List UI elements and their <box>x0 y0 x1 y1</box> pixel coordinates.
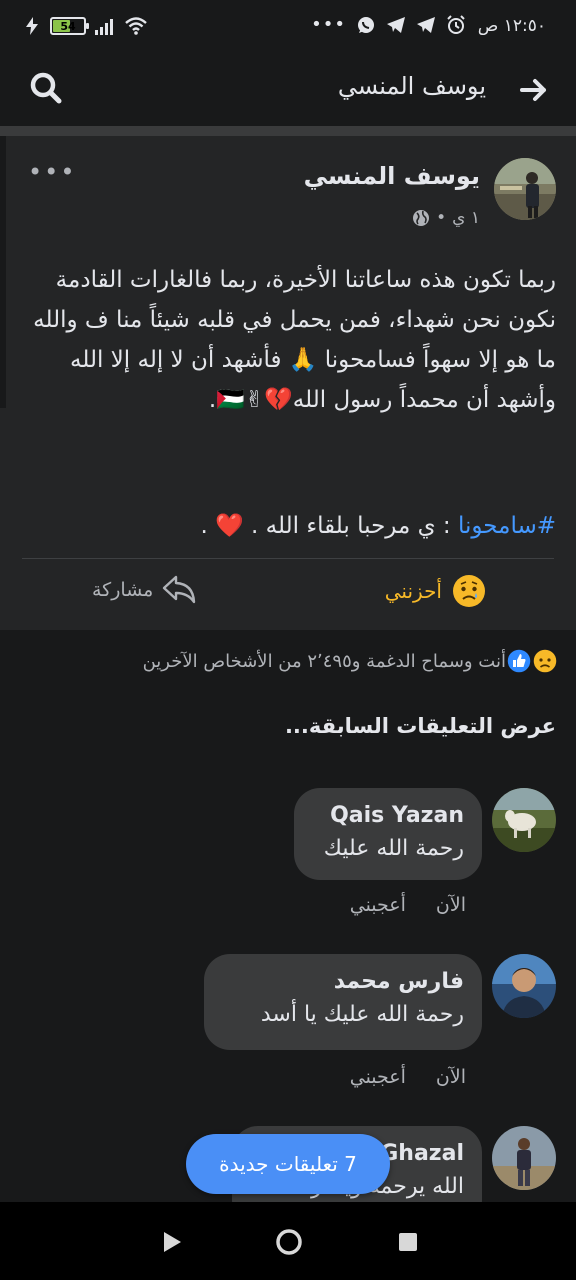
comment-bubble[interactable]: Qais Yazan رحمة الله عليك <box>294 788 482 880</box>
more-dots-icon: ••• <box>311 14 346 35</box>
post-action-row: أحزنني مشاركة <box>0 560 576 628</box>
hashtag-link[interactable]: #سامحونا <box>458 513 556 539</box>
comment-actions: الآن أعجبني <box>350 894 466 916</box>
search-icon[interactable] <box>26 68 66 108</box>
sad-reaction-icon <box>532 648 558 674</box>
more-options-icon[interactable]: ••• <box>28 158 76 186</box>
reactions-summary[interactable]: أنت وسماح الدغمة و٢٬٤٩٥ من الأشخاص الآخر… <box>143 648 558 674</box>
reaction-icons <box>506 648 558 674</box>
battery-icon: 54 <box>50 17 89 35</box>
share-label: مشاركة <box>92 579 154 601</box>
comment-time: الآن <box>435 1066 466 1088</box>
comment-author[interactable]: فارس محمد <box>222 966 464 998</box>
reactions-summary-text: أنت وسماح الدغمة و٢٬٤٩٥ من الأشخاص الآخر… <box>142 650 506 672</box>
comment-time: الآن <box>435 894 466 916</box>
post-body-text: ربما تكون هذه ساعاتنا الأخيرة، ربما فالغ… <box>33 267 556 413</box>
status-bar: 54 ••• ١٢:٥٠ ص <box>0 0 576 56</box>
view-previous-comments-link[interactable]: عرض التعليقات السابقة... <box>285 714 556 738</box>
post-author-name[interactable]: يوسف المنسي <box>304 162 480 190</box>
signal-icon <box>95 19 113 35</box>
comment-actions: الآن أعجبني <box>350 1066 466 1088</box>
post-divider <box>22 558 554 559</box>
whatsapp-icon <box>358 16 374 33</box>
nav-recents-icon[interactable] <box>398 1232 418 1252</box>
share-button[interactable]: مشاركة <box>92 574 197 606</box>
comment-text: رحمة الله عليك يا أسد <box>260 1002 464 1027</box>
like-comment-button[interactable]: أعجبني <box>350 894 406 916</box>
react-label: أحزنني <box>384 579 442 603</box>
post-meta: ١ ي • <box>412 208 480 228</box>
post-card: ••• يوسف المنسي ١ ي • ربما تكون هذه ساعا… <box>0 136 576 630</box>
comment-bubble[interactable]: فارس محمد رحمة الله عليك يا أسد <box>204 954 482 1050</box>
share-arrow-icon <box>163 575 196 604</box>
status-time: ١٢:٥٠ ص <box>477 16 546 36</box>
globe-icon <box>413 210 430 226</box>
meta-separator: • <box>436 208 447 228</box>
section-divider <box>0 126 576 136</box>
status-left-icons: 54 <box>22 16 148 36</box>
status-notification-icons: ••• <box>311 14 466 35</box>
comment-author[interactable]: Qais Yazan <box>312 800 464 832</box>
avatar[interactable] <box>492 788 556 852</box>
new-comments-button[interactable]: 7 تعليقات جديدة <box>186 1134 390 1194</box>
post-hashtag-line: #سامحونا : ي مرحبا بلقاء الله . ❤️ . <box>20 506 556 546</box>
hashtag-line-text: : ي مرحبا بلقاء الله . ❤️ . <box>200 513 451 539</box>
telegram-icon <box>417 16 435 33</box>
top-app-bar: يوسف المنسي <box>0 56 576 126</box>
sad-face-icon <box>453 575 485 607</box>
page-title: يوسف المنسي <box>337 72 486 100</box>
avatar[interactable] <box>494 158 556 220</box>
telegram-icon <box>387 16 405 33</box>
system-nav-bar <box>0 1202 576 1280</box>
charging-icon <box>26 17 38 35</box>
alarm-icon <box>447 14 465 34</box>
nav-back-icon[interactable] <box>160 1230 184 1254</box>
nav-home-icon[interactable] <box>274 1227 304 1257</box>
avatar[interactable] <box>492 1126 556 1190</box>
avatar[interactable] <box>492 954 556 1018</box>
like-reaction-icon <box>506 648 532 674</box>
back-arrow-icon[interactable] <box>516 72 552 108</box>
wifi-icon <box>125 17 147 35</box>
sad-react-button[interactable]: أحزنني <box>385 574 486 608</box>
comment-text: رحمة الله عليك <box>323 836 464 861</box>
like-comment-button[interactable]: أعجبني <box>350 1066 406 1088</box>
post-time: ١ ي <box>452 208 480 228</box>
